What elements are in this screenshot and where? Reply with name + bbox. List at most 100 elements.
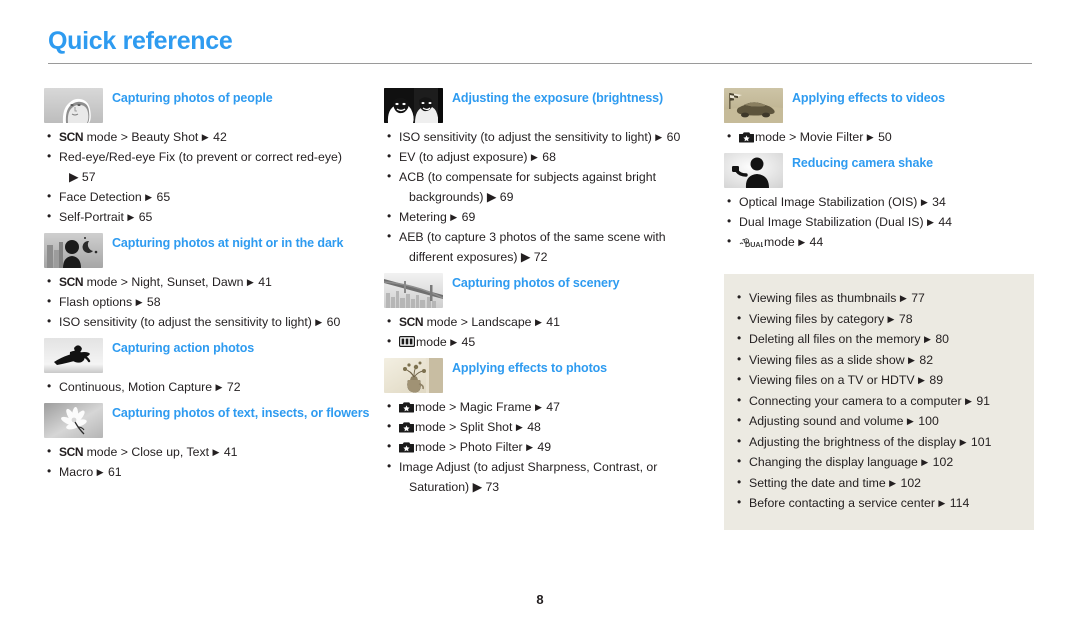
page-ref-arrow-icon: ▶	[959, 436, 968, 447]
page-ref-number: 114	[949, 496, 970, 510]
page-ref-number: 65	[138, 210, 153, 224]
section-header: Reducing camera shake	[724, 153, 1044, 188]
quick-links-box: Viewing files as thumbnails ▶ 77 Viewing …	[724, 274, 1034, 530]
list-item: mode > Split Shot ▶ 48	[386, 416, 716, 437]
page-ref-number: 82	[919, 352, 934, 367]
quick-links-list: Viewing files as thumbnails ▶ 77 Viewing …	[736, 287, 1018, 514]
list-item: DUAL mode ▶ 44	[726, 231, 1044, 252]
reference-section: Reducing camera shake Optical Image Stabi…	[724, 153, 1044, 252]
magic-mode-icon	[399, 419, 414, 433]
list-item: Viewing files by category ▶ 78	[736, 308, 1018, 330]
section-title: Capturing photos of text, insects, or fl…	[112, 406, 370, 420]
page-ref-number: 44	[809, 235, 824, 249]
list-item: Red-eye/Red-eye Fix (to prevent or corre…	[46, 146, 376, 187]
section-title: Applying effects to photos	[452, 361, 608, 375]
list-item-text: mode > Movie Filter	[755, 130, 864, 144]
list-item-text: Before contacting a service center	[749, 496, 935, 510]
page-ref-arrow-icon: ▶	[212, 447, 221, 457]
list-item-text: ISO sensitivity (to adjust the sensitivi…	[399, 130, 652, 144]
list-item: Image Adjust (to adjust Sharpness, Contr…	[386, 456, 716, 497]
page-ref-number: 65	[156, 190, 171, 204]
page-number: 8	[536, 592, 544, 607]
snowboarder-thumbnail	[44, 338, 103, 373]
page-ref-arrow-icon: ▶	[201, 132, 210, 142]
list-item: Connecting your camera to a computer ▶ 9…	[736, 390, 1018, 412]
page-ref-arrow-icon: ▶	[246, 277, 255, 287]
list-item-text: ISO sensitivity (to adjust the sensitivi…	[59, 315, 312, 329]
page-ref-number: 68	[542, 150, 556, 164]
page-ref-arrow-icon: ▶	[938, 498, 947, 508]
page-ref-number: 72	[226, 380, 241, 394]
section-title: Reducing camera shake	[792, 156, 934, 170]
page-ref-arrow-icon: ▶	[906, 416, 915, 426]
list-item: SCN mode > Night, Sunset, Dawn ▶ 41	[46, 271, 376, 292]
list-item-text: Metering	[399, 210, 447, 224]
section-list: Continuous, Motion Capture ▶ 72	[46, 376, 376, 397]
list-item-text: Changing the display language	[749, 455, 918, 469]
list-item-text: Self-Portrait	[59, 210, 124, 224]
list-item-continuation: different exposures) ▶ 72	[409, 250, 548, 264]
list-item: mode > Photo Filter ▶ 49	[386, 436, 716, 457]
list-item-text: mode	[416, 335, 447, 349]
section-header: Capturing photos of people	[44, 88, 376, 123]
section-title: Capturing photos of people	[112, 91, 273, 105]
page-ref-arrow-icon: ▶	[450, 337, 459, 347]
flower-macro-thumbnail	[44, 403, 103, 438]
list-item-text: Viewing files as thumbnails	[749, 291, 897, 305]
page-ref-arrow-icon: ▶	[655, 132, 664, 142]
list-item: Viewing files as a slide show ▶ 82	[736, 349, 1018, 371]
section-header: Capturing photos at night or in the dark	[44, 233, 376, 268]
section-list: SCN mode > Landscape ▶ 41 mode ▶ 45	[386, 311, 716, 352]
list-item-text: EV (to adjust exposure)	[399, 150, 528, 164]
page-ref-number: 42	[213, 130, 227, 144]
page-ref-arrow-icon: ▶	[515, 422, 524, 432]
page-ref-arrow-icon: ▶	[899, 293, 908, 303]
page-ref-arrow-icon: ▶	[534, 317, 543, 327]
list-item-text: mode	[764, 235, 795, 249]
reference-section: Capturing action photos Continuous, Motio…	[44, 338, 376, 397]
section-title: Applying effects to videos	[792, 91, 945, 105]
page-ref-arrow-icon: ▶	[526, 442, 534, 452]
list-item-text: mode > Close up, Text	[86, 445, 210, 459]
page-ref-number: 77	[911, 291, 925, 305]
section-list: ISO sensitivity (to adjust the sensitivi…	[386, 126, 716, 267]
panorama-mode-icon	[399, 333, 416, 348]
list-item-text: Viewing files as a slide show	[749, 352, 905, 367]
page-ref-arrow-icon: ▶	[923, 334, 932, 344]
page-ref-number: 80	[935, 332, 950, 346]
list-item: Setting the date and time ▶ 102	[736, 472, 1018, 494]
reference-section: Capturing photos of scenery SCN mode > La…	[384, 273, 716, 352]
page-ref-number: 69	[461, 210, 476, 224]
content-columns: Capturing photos of people SCN mode > Bea…	[44, 88, 1044, 530]
column-left: Capturing photos of people SCN mode > Bea…	[44, 88, 384, 488]
section-header: Capturing action photos	[44, 338, 376, 373]
portrait-woman-thumbnail	[44, 88, 103, 123]
list-item: EV (to adjust exposure) ▶ 68	[386, 146, 716, 167]
page-ref-number: 45	[461, 335, 476, 349]
list-item: Macro ▶ 61	[46, 461, 376, 482]
list-item: SCN mode > Close up, Text ▶ 41	[46, 441, 376, 462]
section-list: Optical Image Stabilization (OIS) ▶ 34Du…	[726, 191, 1044, 252]
magic-mode-icon	[399, 439, 414, 453]
page-ref-number: 60	[666, 130, 681, 144]
list-item-text: Optical Image Stabilization (OIS)	[739, 195, 918, 209]
section-header: Adjusting the exposure (brightness)	[384, 88, 716, 123]
list-item-text: mode > Night, Sunset, Dawn	[86, 275, 244, 289]
section-list: SCN mode > Close up, Text ▶ 41Macro ▶ 61	[46, 441, 376, 482]
page-ref-arrow-icon: ▶	[887, 313, 896, 324]
list-item-continuation: ▶ 57	[69, 170, 96, 184]
page-ref-arrow-icon: ▶	[889, 477, 898, 488]
section-list: mode > Movie Filter ▶ 50	[726, 126, 1044, 147]
section-header: Applying effects to photos	[384, 358, 716, 393]
list-item: Adjusting sound and volume ▶ 100	[736, 410, 1018, 432]
list-item-text: mode > Magic Frame	[415, 400, 532, 414]
page-ref-arrow-icon: ▶	[965, 395, 973, 406]
page-ref-arrow-icon: ▶	[918, 375, 926, 385]
list-item: SCN mode > Landscape ▶ 41	[386, 311, 716, 332]
list-item-text: Adjusting sound and volume	[749, 414, 904, 428]
section-header: Capturing photos of scenery	[384, 273, 716, 308]
document-page: Quick reference Capturing photos of peop…	[0, 0, 1080, 630]
scn-mode-icon: SCN	[59, 130, 84, 144]
page-ref-arrow-icon: ▶	[127, 212, 136, 222]
page-ref-arrow-icon: ▶	[135, 297, 144, 307]
